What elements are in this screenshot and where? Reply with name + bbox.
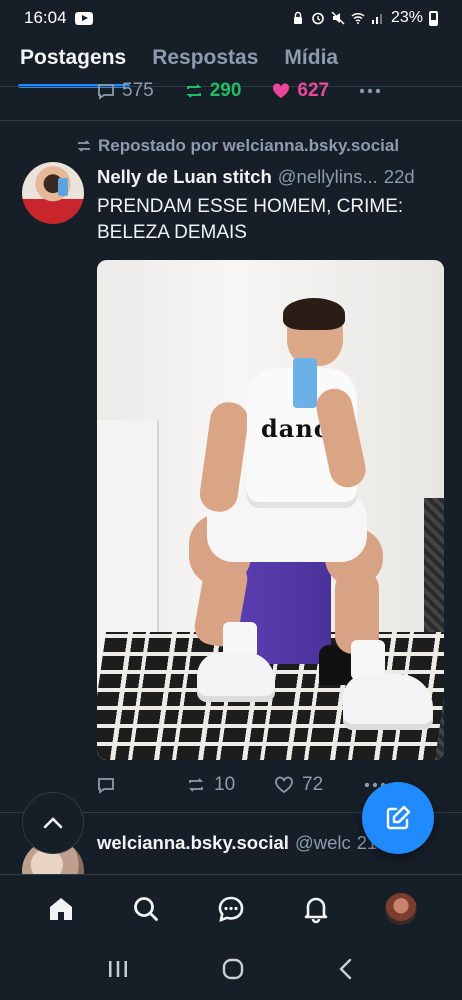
signal-icon bbox=[371, 14, 382, 24]
alarm-icon bbox=[312, 12, 324, 25]
reply-icon bbox=[98, 778, 114, 794]
repost-icon bbox=[186, 84, 202, 98]
next-author-handle[interactable]: @welc bbox=[295, 832, 351, 854]
bottom-navigation bbox=[0, 874, 462, 942]
chat-icon bbox=[218, 896, 244, 922]
repost-button[interactable]: 10 bbox=[186, 774, 274, 796]
post-divider bbox=[0, 120, 462, 121]
lock-icon bbox=[293, 11, 302, 24]
heart-icon bbox=[275, 776, 293, 794]
home-icon bbox=[49, 897, 72, 920]
compose-button[interactable] bbox=[362, 782, 434, 854]
post-text: PRENDAM ESSE HOMEM, CRIME: BELEZA DEMAIS bbox=[97, 196, 404, 243]
prev-repost-count: 290 bbox=[209, 80, 242, 101]
post-header: Nelly de Luan stitch @nellylins... 22d bbox=[97, 166, 447, 188]
like-count: 72 bbox=[302, 774, 324, 795]
like-button[interactable]: 72 bbox=[274, 774, 364, 796]
compose-icon bbox=[386, 805, 411, 830]
youtube-notification-icon bbox=[74, 11, 93, 25]
status-time: 16:04 bbox=[24, 8, 67, 27]
recents-button[interactable] bbox=[106, 958, 130, 985]
prev-repost-button[interactable]: 290 bbox=[184, 80, 242, 102]
status-bar: 16:04 23% bbox=[0, 0, 462, 36]
profile-avatar bbox=[385, 892, 418, 925]
nav-home[interactable] bbox=[39, 887, 83, 931]
author-handle[interactable]: @nellylins... bbox=[278, 166, 378, 188]
previous-post-actions: 575 290 627 bbox=[96, 80, 381, 102]
profile-tabs: Postagens Respostas Mídia bbox=[0, 36, 462, 88]
repost-icon bbox=[77, 140, 91, 152]
chevron-up-icon bbox=[43, 817, 63, 829]
system-back-button[interactable] bbox=[336, 957, 356, 986]
home-circle-icon bbox=[222, 958, 244, 979]
nav-notifications[interactable] bbox=[294, 887, 338, 931]
post-actions: 10 72 bbox=[96, 772, 396, 798]
bell-icon bbox=[304, 897, 328, 923]
prev-reply-count: 575 bbox=[122, 80, 154, 101]
nav-profile[interactable] bbox=[379, 887, 423, 931]
image-shoe-left bbox=[197, 652, 275, 702]
image-phone bbox=[293, 358, 317, 408]
post-timestamp[interactable]: 22d bbox=[384, 166, 415, 188]
author-avatar[interactable] bbox=[22, 162, 84, 224]
android-navigation bbox=[0, 942, 462, 1000]
reply-icon bbox=[98, 84, 114, 100]
prev-like-button[interactable]: 627 bbox=[271, 80, 329, 102]
prev-more-button[interactable] bbox=[359, 87, 381, 95]
prev-like-count: 627 bbox=[297, 80, 330, 101]
battery-icon bbox=[429, 10, 438, 26]
repost-indicator[interactable]: Repostado por welcianna.bsky.social bbox=[76, 136, 399, 156]
repost-count: 10 bbox=[214, 774, 236, 795]
scroll-to-top-button[interactable] bbox=[22, 792, 84, 854]
mute-icon bbox=[331, 11, 345, 25]
nav-search[interactable] bbox=[124, 887, 168, 931]
battery-percent: 23% bbox=[390, 9, 423, 26]
author-name[interactable]: Nelly de Luan stitch bbox=[97, 166, 272, 188]
system-home-button[interactable] bbox=[221, 957, 245, 986]
repost-icon bbox=[188, 778, 204, 792]
heart-filled-icon bbox=[273, 83, 290, 98]
prev-reply-button[interactable]: 575 bbox=[96, 80, 154, 102]
next-author-name[interactable]: welcianna.bsky.social bbox=[97, 832, 289, 854]
back-icon bbox=[339, 958, 352, 979]
wifi-icon bbox=[351, 12, 365, 24]
image-shoe-right bbox=[343, 674, 433, 730]
reply-button[interactable] bbox=[96, 775, 186, 795]
nav-chat[interactable] bbox=[209, 887, 253, 931]
more-icon bbox=[359, 88, 381, 94]
search-icon bbox=[133, 896, 158, 921]
post-image[interactable]: dance bbox=[97, 260, 444, 760]
repost-label: Repostado por welcianna.bsky.social bbox=[98, 136, 400, 155]
avatar-phone bbox=[58, 178, 68, 196]
image-hair bbox=[283, 298, 345, 330]
recents-icon bbox=[108, 960, 127, 977]
